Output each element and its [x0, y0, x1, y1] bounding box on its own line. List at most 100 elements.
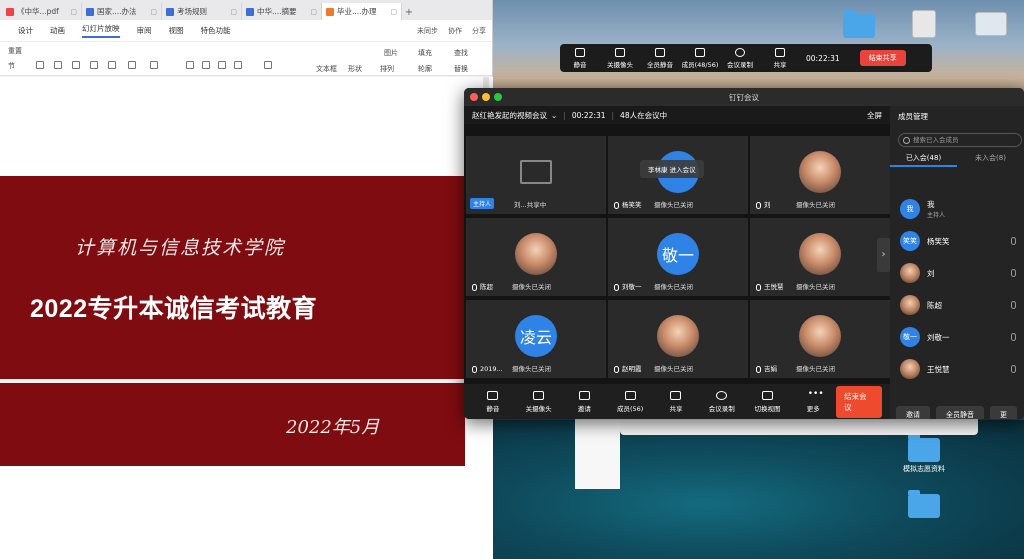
ribbon-tab-review[interactable]: 审阅	[137, 25, 152, 36]
justify-icon[interactable]	[234, 61, 242, 69]
member-row[interactable]: 王悦慧	[900, 358, 1024, 380]
member-row[interactable]: 刘	[900, 262, 1024, 284]
desktop-document-icon[interactable]	[912, 10, 936, 38]
close-icon[interactable]: ▢	[390, 8, 397, 16]
invite-button[interactable]: 邀请	[896, 406, 930, 419]
more-button[interactable]: 更	[990, 406, 1017, 419]
ribbon-tab-features[interactable]: 特色功能	[201, 25, 231, 36]
record-button[interactable]: 会议录制	[699, 390, 745, 413]
desktop-folder-icon[interactable]	[908, 434, 940, 462]
member-info: 我主持人	[927, 199, 945, 219]
video-tile[interactable]: 吉娟 摄像头已关闭	[750, 300, 890, 378]
camera-status: 摄像头已关闭	[796, 201, 835, 209]
members-button[interactable]: 成员(56)	[607, 390, 653, 413]
fullscreen-button[interactable]: 全屏	[867, 110, 882, 121]
camera-button[interactable]: 关摄像头	[600, 47, 640, 69]
strikethrough-icon[interactable]	[90, 61, 98, 69]
stop-share-button[interactable]: 结束共享	[859, 50, 906, 66]
align-left-icon[interactable]	[186, 61, 194, 69]
end-meeting-button[interactable]: 结束会议	[836, 385, 882, 418]
microphone-off-icon	[614, 283, 619, 291]
share-button[interactable]: 共享	[760, 47, 800, 69]
italic-icon[interactable]	[54, 61, 62, 69]
close-icon[interactable]: ▢	[70, 8, 77, 16]
collaborate-button[interactable]: 协作	[448, 26, 462, 36]
document-tab[interactable]: 国家....办法 ▢	[82, 3, 162, 20]
line-spacing-icon[interactable]	[264, 61, 272, 69]
align-right-icon[interactable]	[218, 61, 226, 69]
member-avatar	[900, 295, 920, 315]
new-tab-button[interactable]: +	[402, 7, 416, 20]
video-tile[interactable]: 陈超 摄像头已关闭	[466, 218, 606, 296]
document-tab[interactable]: 中华....摘要 ▢	[242, 3, 322, 20]
close-icon[interactable]: ▢	[230, 8, 237, 16]
sync-status[interactable]: 未同步	[417, 26, 438, 36]
chevron-right-icon[interactable]: ›	[877, 238, 890, 272]
camera-button[interactable]: 关摄像头	[516, 390, 562, 413]
chevron-down-icon[interactable]: ⌄	[551, 111, 557, 120]
video-tile[interactable]: 凌云 2019... 摄像头已关闭	[466, 300, 606, 378]
close-icon[interactable]: ▢	[310, 8, 317, 16]
underline-icon[interactable]	[72, 61, 80, 69]
switch-view-button[interactable]: 切换视图	[745, 390, 791, 413]
share-button[interactable]: 分享	[472, 26, 486, 36]
find-button[interactable]: 查找	[454, 48, 468, 58]
textbox-button[interactable]: 文本框	[316, 64, 337, 74]
reset-button[interactable]: 重置	[8, 46, 22, 56]
fill-button[interactable]: 填充	[418, 48, 432, 58]
outline-button[interactable]: 轮廓	[418, 64, 432, 74]
meeting-timer: 00:22:31	[571, 110, 606, 120]
close-icon[interactable]: ▢	[150, 8, 157, 16]
shape-button[interactable]: 形状	[348, 64, 362, 74]
mute-button[interactable]: 静音	[470, 390, 516, 413]
video-tile[interactable]: 敬一 刘敬一 摄像头已关闭	[608, 218, 748, 296]
font-color-icon[interactable]	[128, 61, 136, 69]
mute-all-button[interactable]: 全员静音	[640, 47, 680, 69]
picture-button[interactable]: 图片	[384, 48, 398, 58]
desktop-download-icon[interactable]	[975, 12, 1007, 36]
ribbon-tab-view[interactable]: 视图	[169, 25, 184, 36]
replace-button[interactable]: 替换	[454, 64, 468, 74]
microphone-off-icon[interactable]	[1011, 333, 1016, 341]
microphone-off-icon[interactable]	[1011, 237, 1016, 245]
member-search-input[interactable]: 搜索已入会成员	[898, 133, 1022, 147]
member-name: 杨笑笑	[927, 236, 950, 246]
highlight-icon[interactable]	[150, 61, 158, 69]
slide-college-name: 计算机与信息技术学院	[75, 237, 286, 259]
microphone-off-icon	[472, 283, 477, 291]
video-tile[interactable]: 赵明霞 摄像头已关闭	[608, 300, 748, 378]
tab-not-joined[interactable]: 未入会(8)	[957, 153, 1024, 167]
section-button[interactable]: 节	[8, 61, 15, 71]
ribbon-tab-design[interactable]: 设计	[18, 25, 33, 36]
arrange-button[interactable]: 排列	[380, 64, 394, 74]
ribbon-tab-slideshow[interactable]: 幻灯片放映	[82, 23, 120, 38]
superscript-icon[interactable]	[108, 61, 116, 69]
align-center-icon[interactable]	[202, 61, 210, 69]
meeting-name[interactable]: 赵红艳发起的视频会议	[472, 110, 547, 121]
desktop-folder-icon[interactable]	[843, 10, 875, 38]
video-tile[interactable]: 主持人 刘...共享中	[466, 136, 606, 214]
ribbon-tab-animation[interactable]: 动画	[50, 25, 65, 36]
members-button[interactable]: 成员(48/56)	[680, 47, 720, 69]
document-tab[interactable]: 考场规则 ▢	[162, 3, 242, 20]
member-row[interactable]: 我我主持人	[900, 198, 1024, 220]
member-row[interactable]: 笑笑 杨笑笑	[900, 230, 1024, 252]
video-tile[interactable]: 王悦慧 摄像头已关闭	[750, 218, 890, 296]
record-button[interactable]: 会议录制	[720, 47, 760, 69]
video-tile[interactable]: 刘 摄像头已关闭	[750, 136, 890, 214]
member-row[interactable]: 敬一 刘敬一	[900, 326, 1024, 348]
microphone-off-icon[interactable]	[1011, 365, 1016, 373]
member-row[interactable]: 陈超	[900, 294, 1024, 316]
more-button[interactable]: ••• 更多	[790, 389, 836, 413]
desktop-folder-icon[interactable]	[908, 490, 940, 518]
tab-joined[interactable]: 已入会(48)	[890, 153, 957, 167]
bold-icon[interactable]	[36, 61, 44, 69]
mute-all-button[interactable]: 全员静音	[936, 406, 984, 419]
microphone-off-icon[interactable]	[1011, 301, 1016, 309]
document-tab[interactable]: 《中华...pdf ▢	[2, 3, 82, 20]
invite-button[interactable]: 邀请	[562, 390, 608, 413]
share-button[interactable]: 共享	[653, 390, 699, 413]
document-tab-active[interactable]: 毕业....办理 ▢	[322, 3, 402, 20]
mute-button[interactable]: 静音	[560, 47, 600, 69]
microphone-off-icon[interactable]	[1011, 269, 1016, 277]
